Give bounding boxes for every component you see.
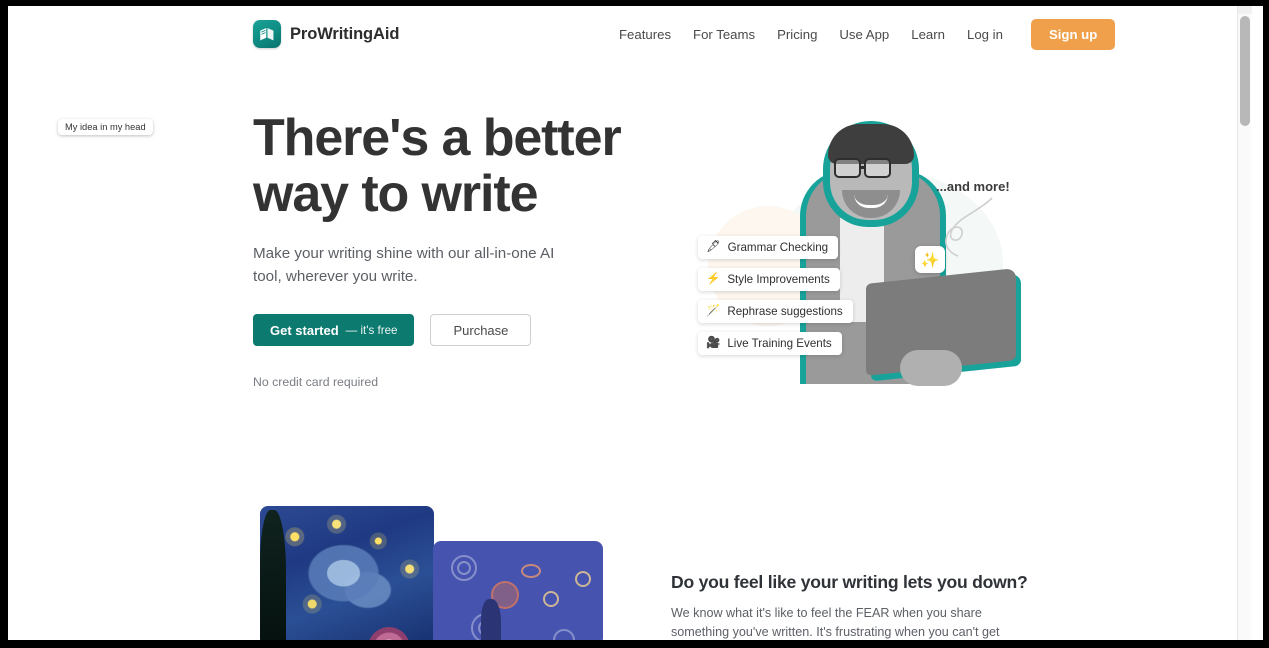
sign-up-button[interactable]: Sign up [1030, 18, 1116, 50]
purchase-button[interactable]: Purchase [430, 314, 532, 346]
hero-cta-group: Get started — it's free Purchase [253, 314, 532, 346]
get-started-label: Get started [270, 322, 339, 338]
my-idea-in-my-head-label: My idea in my head [58, 119, 153, 135]
get-started-note: — it's free [345, 323, 398, 337]
no-credit-card-note: No credit card required [253, 375, 379, 389]
nav-link-for-teams[interactable]: For Teams [682, 21, 766, 48]
feature-pill-label: Grammar Checking [727, 241, 829, 254]
simplified-painting-image [433, 541, 603, 640]
spiral-shape [457, 561, 471, 575]
starry-night-painting-image [260, 506, 434, 640]
magic-wand-icon: 🪄 [706, 304, 721, 317]
hero-illustration: ✨ ...and more! 🖋 Grammar Checking ⚡ Styl… [668, 96, 1068, 396]
swirl-shape [368, 627, 410, 640]
lightning-bolt-icon: ⚡ [706, 272, 721, 285]
cypress-tree-shape [481, 599, 501, 640]
quill-pen-icon: 🖋 [706, 240, 721, 253]
lower-section-title: Do you feel like your writing lets you d… [671, 572, 1028, 592]
brand-logo-link[interactable]: ProWritingAid [253, 20, 399, 48]
nav-link-use-app[interactable]: Use App [828, 21, 900, 48]
page-scrollbar[interactable] [1237, 6, 1252, 640]
nav-link-learn[interactable]: Learn [900, 21, 956, 48]
spiral-shape [543, 591, 559, 607]
feature-pill-list: 🖋 Grammar Checking ⚡ Style Improvements … [698, 236, 853, 355]
eyeglasses-right-lens-icon [864, 158, 891, 178]
brand-name: ProWritingAid [290, 24, 400, 43]
nav-link-log-in[interactable]: Log in [956, 21, 1014, 48]
person-hand [900, 350, 962, 386]
lower-section-body: We know what it's like to feel the FEAR … [671, 606, 1000, 639]
prowritingaid-book-logo-icon [253, 20, 281, 48]
feature-pill-rephrase-suggestions[interactable]: 🪄 Rephrase suggestions [698, 300, 853, 323]
scrollbar-thumb[interactable] [1240, 16, 1250, 126]
feature-pill-label: Rephrase suggestions [727, 305, 843, 318]
feature-pill-grammar-checking[interactable]: 🖋 Grammar Checking [698, 236, 839, 259]
feature-pill-label: Live Training Events [727, 337, 832, 350]
eyeglasses-left-lens-icon [834, 158, 861, 178]
feature-pill-live-training-events[interactable]: 🎥 Live Training Events [698, 332, 842, 355]
spiral-shape [553, 629, 575, 640]
main-navigation: Features For Teams Pricing Use App Learn… [608, 6, 1116, 62]
hero-title: There's a better way to write [253, 109, 622, 223]
movie-camera-icon: 🎥 [706, 336, 721, 349]
browser-viewport: ProWritingAid Features For Teams Pricing… [8, 6, 1263, 640]
get-started-button[interactable]: Get started — it's free [253, 314, 415, 346]
cypress-tree-shape [260, 510, 286, 640]
site-header: ProWritingAid Features For Teams Pricing… [8, 6, 1251, 62]
curly-pointer-icon [945, 197, 993, 257]
eyeglasses-bridge-icon [860, 166, 866, 169]
scrollbar-up-button[interactable] [1238, 6, 1252, 14]
purchase-label: Purchase [453, 322, 509, 338]
spiral-shape [575, 571, 591, 587]
and-more-callout: ...and more! [936, 179, 1010, 194]
spiral-shape [521, 564, 541, 578]
nav-link-pricing[interactable]: Pricing [766, 21, 828, 48]
hero-subtitle: Make your writing shine with our all-in-… [253, 245, 555, 285]
feature-pill-style-improvements[interactable]: ⚡ Style Improvements [698, 268, 840, 291]
nav-link-features[interactable]: Features [608, 21, 682, 48]
feature-pill-label: Style Improvements [727, 273, 830, 286]
webpage: ProWritingAid Features For Teams Pricing… [8, 6, 1252, 640]
